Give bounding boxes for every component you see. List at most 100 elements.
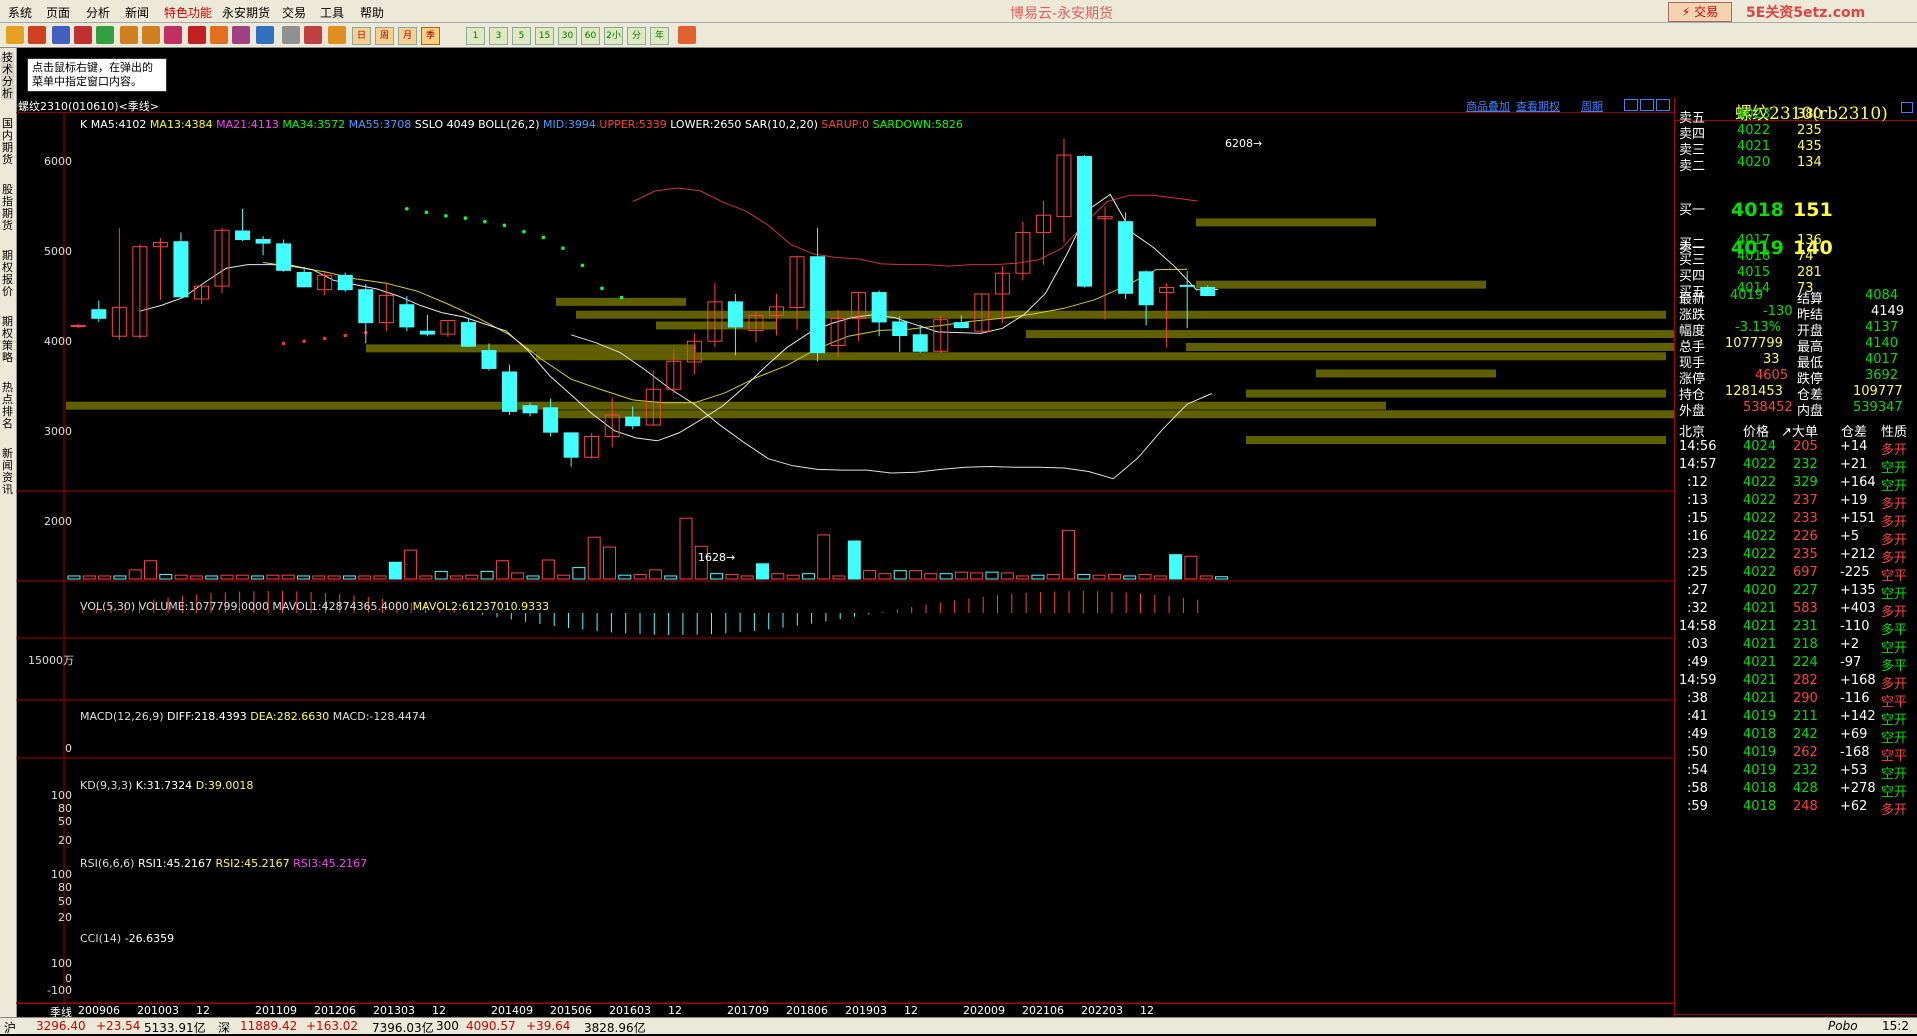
x-tick-label: 201603 [609,1004,651,1017]
tick-row[interactable]: :59 4018 248 +62 多开 [1675,798,1917,818]
menu-news[interactable]: 新闻 [125,4,149,21]
menu-page[interactable]: 页面 [46,4,70,21]
tick-row[interactable]: 14:58 4021 231 -110 多平 [1675,618,1917,638]
volume-bar [664,575,678,580]
tick-row[interactable]: :54 4019 232 +53 空开 [1675,762,1917,782]
tick-row[interactable]: 14:56 4024 205 +14 多开 [1675,438,1917,458]
tick-row[interactable]: :32 4021 583 +403 多开 [1675,600,1917,620]
tick-row[interactable]: :15 4022 233 +151 多开 [1675,510,1917,530]
menu-analysis[interactable]: 分析 [86,4,110,21]
layers-icon[interactable] [164,26,182,44]
layout-icon[interactable] [1624,99,1638,111]
ask-row[interactable]: 卖二 4020 134 [1675,154,1917,174]
period-month-button[interactable]: 月 [398,27,417,45]
tick-row[interactable]: :25 4022 697 -225 空平 [1675,564,1917,584]
zoom-in-icon[interactable] [120,26,138,44]
overlay-link[interactable]: 商品叠加 [1466,98,1510,114]
tick-row[interactable]: :41 4019 211 +142 空开 [1675,708,1917,728]
period-1min-button[interactable]: 1 [466,27,485,45]
tick-row[interactable]: :03 4021 218 +2 空开 [1675,636,1917,656]
period-custom-button[interactable]: 分 [627,27,646,45]
tab-option-strategy[interactable]: 期权策略 [1,316,14,364]
stat-row[interactable]: 外盘 538452 内盘 539347 [1675,399,1917,419]
tick-volume: 262 [1793,745,1818,760]
k-chart-icon[interactable] [328,26,346,44]
menu-features[interactable]: 特色功能 [164,4,212,21]
period-30min-button[interactable]: 30 [558,27,577,45]
tick-price: 4021 [1743,691,1777,706]
refresh-icon[interactable] [96,26,114,44]
settings-icon[interactable] [256,26,274,44]
trade-button[interactable]: ⚡ 交易 [1668,2,1732,22]
period-day-button[interactable]: 日 [352,27,371,45]
y-tick-6000: 6000 [44,155,72,168]
menu-yongan[interactable]: 永安期货 [222,4,270,21]
tick-volume: 232 [1793,763,1818,778]
tick-time: :12 [1687,475,1708,490]
period-2h-button[interactable]: 2小 [604,27,623,45]
indicator-value: MA55:3708 [345,118,412,131]
tab-index-futures[interactable]: 股指期货 [1,184,14,232]
tab-option-quotes[interactable]: 期权报价 [1,250,14,298]
tick-change: +62 [1840,799,1868,814]
tick-row[interactable]: 14:59 4021 282 +168 多开 [1675,672,1917,692]
layout2-icon[interactable] [1640,99,1654,111]
zoom-out-icon[interactable] [142,26,160,44]
period-quarter-button[interactable]: 季 [421,27,440,45]
chart-canvas[interactable] [16,113,1674,1017]
table-icon[interactable] [282,26,300,44]
period-60min-button[interactable]: 60 [581,27,600,45]
menu-system[interactable]: 系统 [8,4,32,21]
tick-row[interactable]: :27 4020 227 +135 空开 [1675,582,1917,602]
period-link[interactable]: 周期 [1581,98,1603,114]
home-icon[interactable] [28,26,46,44]
layout3-icon[interactable] [1656,99,1670,111]
filter-icon[interactable] [232,26,250,44]
tick-header-row[interactable]: 北京 价格 ↗大单 仓差 性质 [1675,420,1917,440]
tab-hot-ranking[interactable]: 热点排名 [1,382,14,430]
bid-row[interactable]: 买一 4018 151 [1675,198,1917,221]
period-week-button[interactable]: 周 [375,27,394,45]
grid-icon[interactable] [52,26,70,44]
indicator-value: BOLL(26,2) [474,118,540,131]
volume-bar [235,574,249,580]
tick-row[interactable]: :49 4018 242 +69 空开 [1675,726,1917,746]
tick-change: -97 [1840,655,1862,670]
tick-row[interactable]: :12 4022 329 +164 空开 [1675,474,1917,494]
support-band [556,410,1674,419]
tick-row[interactable]: :49 4021 224 -97 多平 [1675,654,1917,674]
support-band [536,352,1666,361]
tick-row[interactable]: :38 4021 290 -116 空平 [1675,690,1917,710]
draw-icon[interactable] [210,26,228,44]
tick-row[interactable]: :13 4022 237 +19 多开 [1675,492,1917,512]
back-arrow-icon[interactable] [6,26,24,44]
candle-body [1200,287,1216,296]
period-3min-button[interactable]: 3 [489,27,508,45]
tick-row[interactable]: :16 4022 226 +5 多开 [1675,528,1917,548]
tab-domestic-futures[interactable]: 国内期货 [1,118,14,166]
rsi-y-50: 50 [58,895,72,908]
tick-row[interactable]: :50 4019 262 -168 空平 [1675,744,1917,764]
volume-bar [1123,575,1137,580]
calculator-icon[interactable] [678,26,696,44]
pen-icon[interactable] [188,26,206,44]
menu-trade[interactable]: 交易 [282,4,306,21]
tick-row[interactable]: :23 4022 235 +212 多开 [1675,546,1917,566]
period-5min-button[interactable]: 5 [512,27,531,45]
period-15min-button[interactable]: 15 [535,27,554,45]
plus-icon[interactable] [74,26,92,44]
tick-price: 4019 [1743,745,1777,760]
stat-value: 109777 [1853,384,1903,399]
tick-row[interactable]: :58 4018 428 +278 空开 [1675,780,1917,800]
tab-news[interactable]: 新闻资讯 [1,448,14,496]
tick-price: 4021 [1743,673,1777,688]
brand-label: Pobo [1828,1019,1858,1033]
tick-row[interactable]: 14:57 4022 232 +21 空开 [1675,456,1917,476]
menu-help[interactable]: 帮助 [360,4,384,21]
tab-technical-analysis[interactable]: 技术分析 [1,52,14,100]
cci-legend: CCI(14) -26.6359 [80,932,174,945]
line-chart-icon[interactable] [304,26,322,44]
menu-tools[interactable]: 工具 [320,4,344,21]
view-options-link[interactable]: 查看期权 [1516,98,1560,114]
period-year-button[interactable]: 年 [650,27,669,45]
